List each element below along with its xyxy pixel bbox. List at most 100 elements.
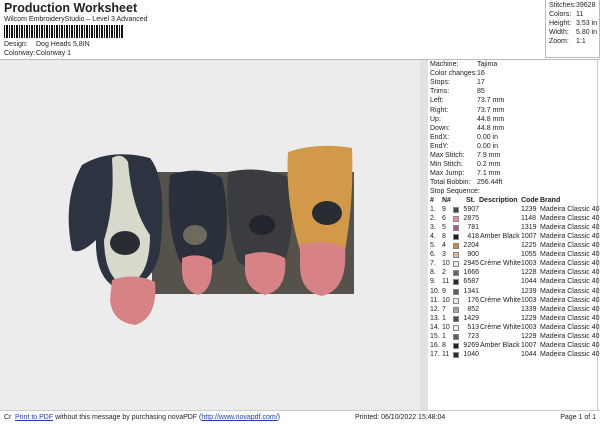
stop-row: 5. 4 2204 1225 Madeira Classic 40 <box>428 242 600 251</box>
machine-label: EndX: <box>430 133 450 141</box>
machine-label: Down: <box>430 124 450 132</box>
thread-brand: Madeira Classic 40 <box>540 305 600 313</box>
footer-message: without this message by purchasing novaP… <box>53 414 202 421</box>
stitch-count: 6587 <box>463 278 479 286</box>
thread-code: 1044 <box>521 278 537 286</box>
thread-description: Crème White <box>480 296 521 304</box>
machine-row: Max Jump: 7.1 mm <box>428 170 600 179</box>
stop-row: 11. 10 176 Crème White 1003 Madeira Classic 4… <box>428 297 600 306</box>
machine-value: 73.7 mm <box>477 97 505 105</box>
thread-brand: Madeira Classic 40 <box>540 350 600 358</box>
stat-label: Zoom: <box>549 38 569 45</box>
stop-index: 17. <box>430 350 440 358</box>
column-header: Description <box>479 197 518 204</box>
color-swatch <box>453 252 459 259</box>
stop-index: 14. <box>430 323 440 331</box>
machine-row: Up: 44.8 mm <box>428 116 600 125</box>
thread-code: 1003 <box>521 260 537 268</box>
needle-number: 2 <box>442 269 446 277</box>
color-swatch <box>453 324 459 331</box>
stat-row: Stitches: 39628 <box>546 2 600 11</box>
stitch-count: 852 <box>467 305 479 313</box>
thread-brand: Madeira Classic 40 <box>540 251 600 259</box>
stop-index: 13. <box>430 314 440 322</box>
thread-brand: Madeira Classic 40 <box>540 206 600 213</box>
color-swatch <box>453 243 459 250</box>
thread-code: 1319 <box>521 224 537 232</box>
barcode <box>4 25 124 38</box>
column-header: Code <box>521 197 539 204</box>
thread-brand: Madeira Classic 40 <box>540 287 600 295</box>
stats-box: Stitches: 39628 Colors: 11 Height: 3.53 in Wid… <box>545 0 600 58</box>
thread-code: 1339 <box>521 305 537 313</box>
print-to-pdf-link[interactable]: Print to PDF <box>15 414 53 421</box>
thread-code: 1055 <box>521 251 537 259</box>
machine-value: 17 <box>477 79 485 87</box>
stitch-count: 2945 <box>463 260 479 268</box>
thread-brand: Madeira Classic 40 <box>540 296 600 304</box>
stitch-count: 723 <box>467 332 479 340</box>
thread-brand: Madeira Classic 40 <box>540 260 600 268</box>
stat-value: 3.53 in <box>576 20 598 27</box>
stop-index: 15. <box>430 332 440 340</box>
color-swatch <box>453 297 459 304</box>
thread-brand: Madeira Classic 40 <box>540 341 600 349</box>
color-swatch <box>453 225 459 232</box>
dog2-head <box>168 170 227 269</box>
dog1-tongue <box>110 276 156 325</box>
needle-number: 3 <box>442 251 446 259</box>
needle-number: 10 <box>442 260 450 268</box>
stitch-count: 9269 <box>463 341 479 349</box>
machine-value: 73.7 mm <box>477 106 505 114</box>
thread-code: 1148 <box>521 215 537 223</box>
thread-description: Amber Black <box>480 341 520 349</box>
needle-number: 8 <box>442 233 446 241</box>
dog4-nose <box>312 201 342 225</box>
needle-number: 11 <box>442 278 450 286</box>
thread-description: Amber Black <box>480 233 520 241</box>
machine-row: Trims: 85 <box>428 88 600 97</box>
thread-code: 1239 <box>521 206 537 213</box>
machine-row: Down: 44.8 mm <box>428 125 600 134</box>
worksheet-header: Production Worksheet Wilcom EmbroiderySt… <box>0 0 600 60</box>
stitch-count: 1429 <box>463 314 479 322</box>
novapdf-link[interactable]: http://www.novapdf.com/ <box>201 414 277 421</box>
thread-brand: Madeira Classic 40 <box>540 242 600 250</box>
column-header: N# <box>442 197 451 204</box>
column-header: Brand <box>540 197 561 204</box>
thread-brand: Madeira Classic 40 <box>540 332 600 340</box>
stitch-count: 418 <box>467 233 479 241</box>
machine-value: 0.00 in <box>477 142 499 150</box>
thread-code: 1225 <box>521 242 537 250</box>
stat-value: 11 <box>576 11 584 18</box>
stat-label: Width: <box>549 29 569 36</box>
machine-label: Max Jump: <box>430 170 465 178</box>
stat-label: Colors: <box>549 11 572 18</box>
stat-label: Height: <box>549 20 572 27</box>
column-header: St. <box>466 197 475 204</box>
thread-brand: Madeira Classic 40 <box>540 233 600 241</box>
stop-row: 8. 2 1666 1228 Madeira Classic 40 <box>428 269 600 278</box>
stitch-count: 513 <box>467 323 479 331</box>
stop-index: 11. <box>430 296 440 304</box>
stop-index: 6. <box>430 251 436 259</box>
stitch-count: 1341 <box>463 287 479 295</box>
machine-label: EndY: <box>430 142 449 150</box>
machine-label: Machine: <box>430 61 459 68</box>
machine-value: 7.1 mm <box>477 170 501 178</box>
color-swatch <box>453 270 459 277</box>
thread-code: 1003 <box>521 323 537 331</box>
needle-number: 10 <box>442 296 450 304</box>
machine-value: 44.8 mm <box>477 124 505 132</box>
stop-row: 13. 1 1429 1229 Madeira Classic 40 <box>428 315 600 324</box>
machine-value: 7.9 mm <box>477 152 501 159</box>
thread-code: 1007 <box>521 341 537 349</box>
stop-row: 14. 10 513 Crème White 1003 Madeira Classic 4… <box>428 324 600 333</box>
divider <box>420 60 428 410</box>
needle-number: 5 <box>442 224 446 232</box>
machine-label: Right: <box>430 106 449 114</box>
stat-row: Zoom: 1:1 <box>546 38 600 47</box>
colorway-label: Colorway: <box>4 50 36 57</box>
stop-row: 12. 7 852 1339 Madeira Classic 40 <box>428 306 600 315</box>
stop-row: 3. 5 781 1319 Madeira Classic 40 <box>428 224 600 233</box>
